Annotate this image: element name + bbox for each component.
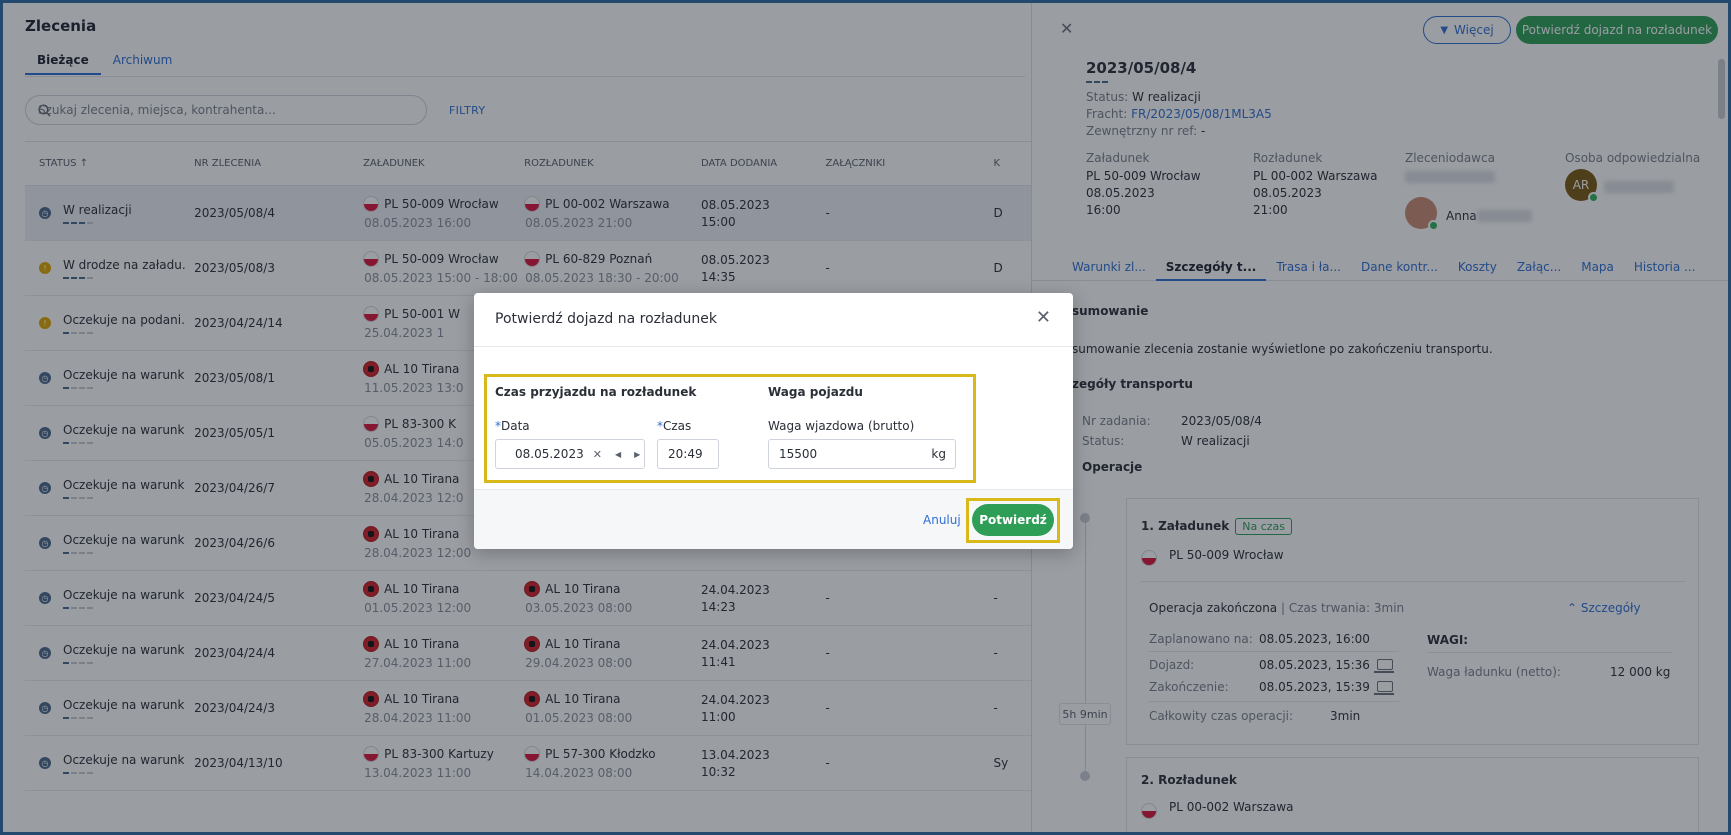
weight-label: Waga wjazdowa (brutto) [768,419,915,433]
date-value: 08.05.2023 [515,447,584,461]
next-arrow-icon[interactable]: ▶ [634,450,640,459]
prev-arrow-icon[interactable]: ◀ [615,450,621,459]
date-label: *Data [495,419,530,433]
arrival-time-heading: Czas przyjazdu na rozładunek [495,385,697,399]
confirm-button[interactable]: Potwierdź [972,504,1054,536]
clear-icon[interactable]: ✕ [593,448,602,461]
confirm-arrival-dialog: Potwierdź dojazd na rozładunek ✕ Czas pr… [474,293,1073,549]
vehicle-weight-heading: Waga pojazdu [768,385,863,399]
close-icon[interactable]: ✕ [1036,307,1051,328]
cancel-button[interactable]: Anuluj [923,513,961,527]
dialog-header: Potwierdź dojazd na rozładunek ✕ [474,293,1073,347]
weight-unit: kg [931,447,946,461]
app-window: Zlecenia Bieżące Archiwum Szukaj zleceni… [3,3,1728,832]
date-field[interactable]: 08.05.2023 ✕ ◀ ▶ [495,439,645,469]
time-value: 20:49 [668,447,703,461]
weight-value: 15500 [779,447,818,461]
weight-field[interactable]: 15500 kg [768,439,956,469]
time-field[interactable]: 20:49 [657,439,719,469]
dialog-title: Potwierdź dojazd na rozładunek [495,311,717,327]
time-label: *Czas [657,419,692,433]
